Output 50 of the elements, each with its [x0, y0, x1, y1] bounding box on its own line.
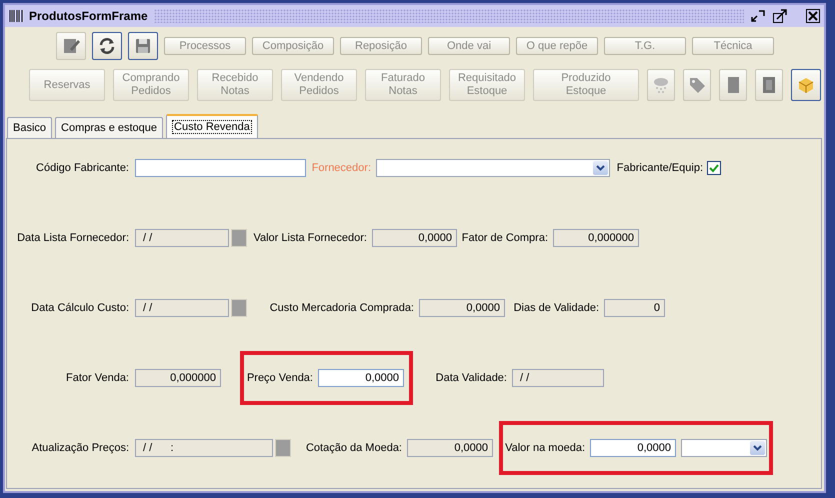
barcode-icon	[9, 9, 23, 23]
text-field[interactable]: 0,0000	[590, 439, 676, 457]
text-field[interactable]: 0,000000	[553, 229, 639, 247]
text-field[interactable]: / /	[135, 299, 229, 317]
snow-cloud-icon	[651, 75, 671, 95]
field-label: Data Cálculo Custo:	[30, 302, 129, 314]
field-label: Custo Mercadoria Comprada:	[268, 302, 414, 314]
field-label: Data Lista Fornecedor:	[16, 232, 129, 244]
dropdown[interactable]	[376, 159, 610, 177]
checkbox[interactable]	[707, 161, 721, 175]
field-label: Dias de Validade:	[512, 302, 599, 314]
text-field[interactable]: / /	[135, 229, 229, 247]
field-label: Fator de Compra:	[460, 232, 548, 244]
box-icon	[796, 75, 816, 95]
maximize-icon[interactable]	[772, 9, 788, 23]
text-field[interactable]: 0,0000	[372, 229, 457, 247]
minimize-icon[interactable]	[750, 9, 766, 23]
chevron-icon	[750, 441, 765, 455]
toolbar-button[interactable]	[128, 32, 158, 60]
text-field[interactable]	[135, 159, 306, 177]
text-field[interactable]: 0,000000	[135, 369, 221, 387]
toolbar-button[interactable]	[92, 32, 122, 60]
field-label: Valor na moeda:	[504, 442, 585, 454]
window-title: ProdutosFormFrame	[29, 9, 148, 23]
tag-icon	[687, 75, 707, 95]
field-label: Valor Lista Fornecedor:	[252, 232, 367, 244]
field-label: Data Validade:	[434, 372, 507, 384]
field-label: Atualização Preços:	[30, 442, 129, 454]
text-field[interactable]: / /	[512, 369, 604, 387]
text-field[interactable]: / / :	[135, 439, 273, 457]
text-field[interactable]: 0,0000	[318, 369, 404, 387]
field-label: Fornecedor:	[310, 162, 371, 174]
field-label: Fabricante/Equip:	[616, 162, 703, 174]
tab[interactable]: Custo Revenda	[166, 114, 258, 138]
text-field[interactable]: 0,0000	[407, 439, 493, 457]
field-label: Fator Venda:	[65, 372, 129, 384]
tab[interactable]: Basico	[7, 117, 52, 138]
chevron-icon	[593, 161, 608, 175]
field-label: Cotação da Moeda:	[304, 442, 402, 454]
field-label: Código Fabricante:	[35, 162, 129, 174]
text-field[interactable]: 0	[604, 299, 665, 317]
toolbar-button[interactable]	[791, 69, 821, 101]
text-field[interactable]: 0,0000	[419, 299, 505, 317]
save-icon	[133, 36, 153, 56]
close-icon[interactable]	[806, 9, 820, 23]
field-label: Preço Venda:	[246, 372, 313, 384]
refresh-icon	[97, 36, 117, 56]
tab[interactable]: Compras e estoque	[55, 117, 164, 138]
pencil-note-icon	[61, 36, 81, 56]
dropdown[interactable]	[681, 439, 767, 457]
